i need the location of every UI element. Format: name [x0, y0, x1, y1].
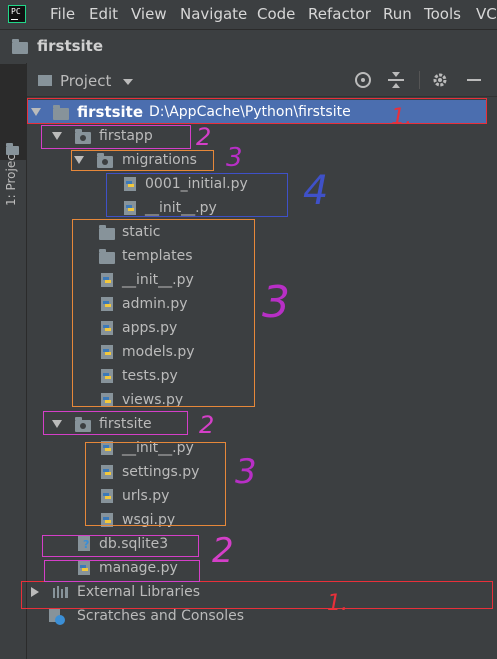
menu-vcs[interactable]: VC: [476, 5, 497, 23]
annotation-box-magenta-firstapp: [41, 125, 191, 149]
annotation-label-blue: 4: [303, 168, 329, 214]
scratches-icon: [49, 609, 65, 625]
annotation-box-magenta-manage: [44, 560, 200, 582]
annotation-label-red: 1.: [327, 591, 348, 616]
breadcrumb-project[interactable]: firstsite: [37, 37, 103, 55]
annotation-box-orange-firstapp-files: [72, 219, 255, 407]
annotation-box-orange-firstsite-files: [85, 442, 226, 526]
gear-icon[interactable]: [432, 72, 448, 88]
locate-icon[interactable]: [355, 72, 371, 88]
folder-icon: [6, 143, 19, 155]
menu-tools[interactable]: Tools: [424, 5, 461, 23]
hide-panel-icon[interactable]: [467, 79, 481, 81]
menu-run[interactable]: Run: [383, 5, 412, 23]
navigation-bar: firstsite: [0, 29, 497, 64]
project-tool-tab[interactable]: 1: Project: [0, 64, 26, 206]
menu-file[interactable]: File: [50, 5, 75, 23]
menu-refactor[interactable]: Refactor: [308, 5, 371, 23]
collapse-all-icon[interactable]: [388, 72, 404, 88]
annotation-box-orange-migrations: [71, 150, 214, 171]
annotation-label-purple: 3: [226, 143, 243, 173]
annotation-label-magenta: 2: [212, 531, 234, 571]
menu-code[interactable]: Code: [257, 5, 295, 23]
annotation-label-purple: 3: [235, 452, 257, 492]
annotation-label-magenta: 2: [196, 123, 212, 151]
menu-view[interactable]: View: [131, 5, 167, 23]
project-view-title[interactable]: Project: [60, 72, 111, 90]
menu-bar: PC File Edit View Navigate Code Refactor…: [0, 0, 497, 28]
annotation-box-magenta-db: [42, 535, 199, 557]
menu-edit[interactable]: Edit: [89, 5, 118, 23]
chevron-down-icon[interactable]: [123, 79, 133, 85]
pycharm-logo-icon: PC: [8, 5, 26, 23]
annotation-label-magenta: 2: [199, 411, 215, 439]
annotation-box-red-external: [21, 581, 493, 609]
folder-icon: [12, 39, 28, 54]
project-view-icon: [38, 75, 52, 86]
annotation-box-red-root: [27, 98, 487, 124]
annotation-label-purple: 3: [262, 277, 290, 328]
annotation-box-magenta-firstsite: [43, 411, 188, 435]
toolbar-divider: [419, 71, 420, 89]
annotation-box-blue-migration-files: [106, 173, 288, 217]
project-tool-tab-label: 1: Project: [4, 149, 18, 206]
menu-navigate[interactable]: Navigate: [180, 5, 247, 23]
annotation-label-red: 1.: [391, 105, 412, 130]
project-panel-header: Project: [27, 63, 497, 97]
